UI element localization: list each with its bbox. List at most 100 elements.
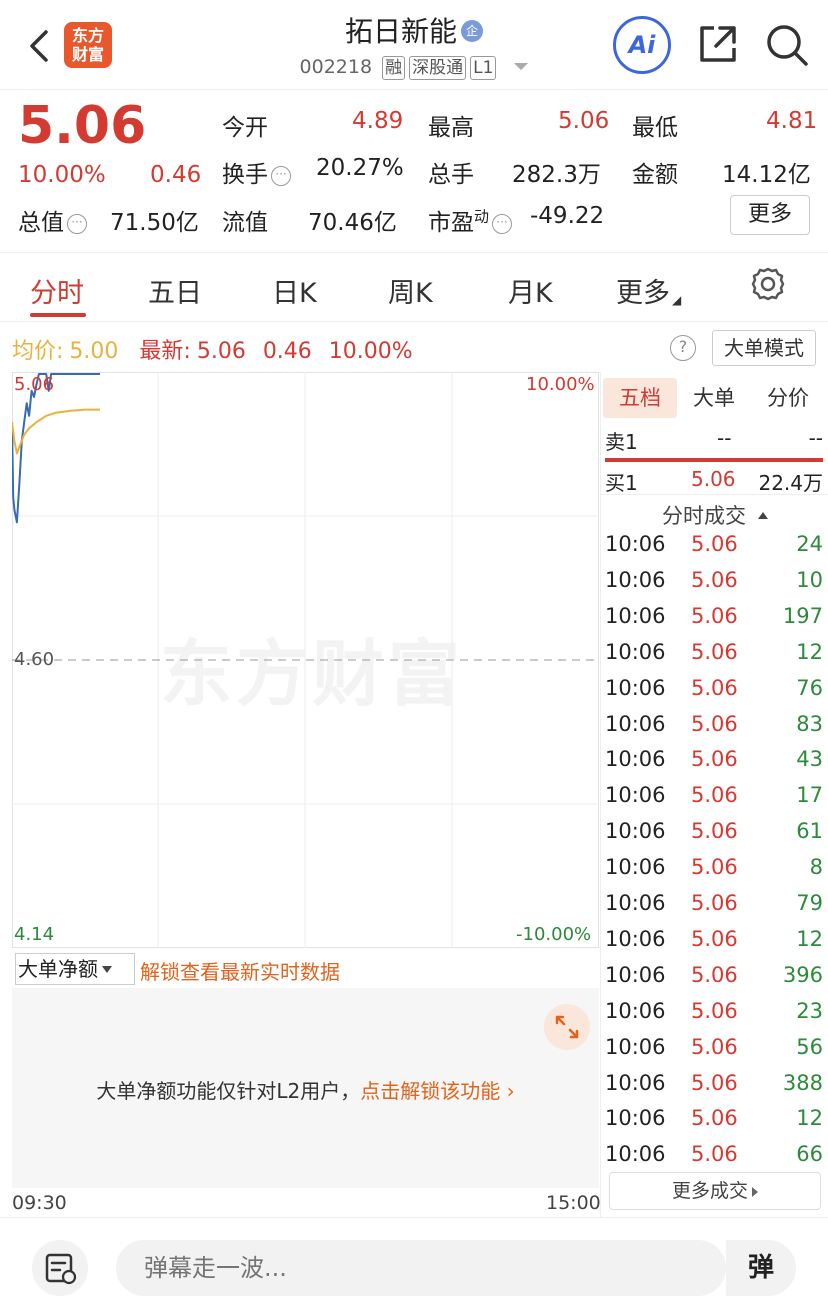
buy-1-price: 5.06: [691, 467, 736, 491]
more-trades-label: 更多成交: [671, 1180, 748, 1202]
tab-daily-k[interactable]: 日K: [272, 271, 317, 310]
amount-value: 14.12亿: [722, 162, 811, 188]
net-amount-selector[interactable]: 大单净额: [15, 953, 135, 985]
danmaku-toggle-button[interactable]: 弹: [726, 1240, 796, 1296]
trade-price: 5.06: [691, 783, 738, 808]
unlock-realtime-link[interactable]: 解锁查看最新实时数据: [140, 956, 340, 985]
tag-level: L1: [470, 56, 497, 80]
trade-volume: 43: [796, 747, 823, 772]
high-value: 5.06: [558, 108, 610, 134]
amount-label: 金额: [632, 162, 678, 188]
notes-settings-icon[interactable]: [32, 1240, 88, 1296]
trade-volume: 396: [782, 962, 823, 987]
volume-value: 282.3万: [512, 162, 601, 188]
trade-price: 5.06: [691, 1070, 738, 1095]
tab-price-volume[interactable]: 分价: [751, 378, 825, 418]
chevron-down-icon[interactable]: [514, 63, 529, 70]
help-icon[interactable]: ?: [670, 335, 696, 361]
bottom-bar: 弹: [0, 1217, 828, 1309]
tab-five-day[interactable]: 五日: [148, 271, 202, 310]
chevron-right-icon: [752, 1187, 758, 1197]
trade-row: 10:06 5.06 8: [601, 855, 828, 891]
more-trades-button[interactable]: 更多成交: [609, 1172, 821, 1210]
float-value: 70.46亿: [308, 210, 397, 236]
change-percent: 10.00%: [18, 162, 106, 188]
tab-more[interactable]: 更多 ◢: [616, 271, 681, 310]
y-label-bottom: 4.14: [14, 924, 55, 945]
y-label-mid: 4.60: [14, 649, 55, 670]
trade-volume: 10: [796, 567, 823, 592]
trade-row: 10:06 5.06 12: [601, 640, 828, 676]
more-dots-icon[interactable]: ···: [492, 214, 513, 234]
tab-five-levels[interactable]: 五档: [603, 378, 677, 418]
trade-volume: 12: [796, 639, 823, 664]
trade-time: 10:06: [605, 603, 666, 628]
trade-row: 10:06 5.06 56: [601, 1035, 828, 1071]
tab-intraday[interactable]: 分时: [30, 271, 84, 310]
trade-price: 5.06: [691, 711, 738, 736]
danmaku-input[interactable]: [116, 1240, 726, 1296]
trade-volume: 56: [796, 1034, 823, 1059]
time-end-label: 15:00: [546, 1192, 601, 1214]
trade-price: 5.06: [691, 1142, 738, 1167]
trade-price: 5.06: [691, 998, 738, 1023]
expand-icon[interactable]: [544, 1004, 590, 1050]
mktcap-label[interactable]: 总值 ···: [18, 203, 87, 237]
more-quote-button[interactable]: 更多: [730, 195, 810, 235]
trade-price: 5.06: [691, 926, 738, 951]
tab-monthly-k[interactable]: 月K: [508, 271, 553, 310]
trade-volume: 17: [796, 783, 823, 808]
trade-row: 10:06 5.06 61: [601, 819, 828, 855]
trade-price: 5.06: [691, 1034, 738, 1059]
tab-big-orders[interactable]: 大单: [679, 378, 749, 418]
gear-icon[interactable]: [750, 266, 786, 302]
trade-time: 10:06: [605, 1142, 666, 1167]
trade-row: 10:06 5.06 76: [601, 676, 828, 712]
trade-price: 5.06: [691, 855, 738, 880]
pe-value: -49.22: [530, 203, 605, 229]
trade-time: 10:06: [605, 675, 666, 700]
trade-volume: 61: [796, 819, 823, 844]
float-label: 流值: [222, 210, 268, 236]
trade-row: 10:06 5.06 388: [601, 1071, 828, 1107]
pe-label[interactable]: 市盈动 ···: [428, 203, 513, 237]
trade-row: 10:06 5.06 396: [601, 963, 828, 999]
tab-weekly-k[interactable]: 周K: [388, 271, 433, 310]
search-icon[interactable]: [764, 22, 810, 68]
series-layer: [12, 373, 100, 524]
pe-superscript: 动: [474, 207, 490, 226]
volume-label: 总手: [428, 162, 474, 188]
trade-price: 5.06: [691, 603, 738, 628]
locked-net-amount-panel: 大单净额功能仅针对L2用户，点击解锁该功能 ›: [12, 988, 599, 1188]
more-dots-icon[interactable]: ···: [271, 166, 291, 186]
sell-1-label: 卖1: [605, 430, 638, 454]
pct-label-top: 10.00%: [526, 374, 595, 395]
change-amount: 0.46: [150, 162, 202, 188]
trade-volume: 197: [782, 603, 823, 628]
unlock-feature-link-text: 点击解锁该功能: [360, 1079, 501, 1103]
more-dots-icon[interactable]: ···: [67, 214, 87, 234]
open-label: 今开: [222, 115, 268, 141]
turnover-label-text: 换手: [222, 162, 268, 188]
ai-assistant-button[interactable]: Ai: [613, 16, 671, 74]
share-icon[interactable]: [696, 22, 740, 66]
sell-1-price: --: [717, 426, 732, 450]
intraday-chart[interactable]: [12, 372, 599, 948]
tag-margin: 融: [382, 56, 406, 80]
high-label: 最高: [428, 115, 474, 141]
trade-price: 5.06: [691, 639, 738, 664]
trade-time: 10:06: [605, 1070, 666, 1095]
trade-volume: 388: [782, 1070, 823, 1095]
trade-volume: 79: [796, 891, 823, 915]
chevron-down-icon: [102, 966, 112, 973]
trade-time: 10:06: [605, 1106, 666, 1131]
trades-header[interactable]: 分时成交: [601, 500, 828, 530]
current-price: 5.06: [18, 96, 147, 156]
unlock-feature-link[interactable]: 点击解锁该功能 ›: [360, 1079, 514, 1103]
y-label-top: 5.06: [14, 374, 55, 395]
avg-price-value: 5.00: [69, 339, 119, 364]
big-order-mode-button[interactable]: 大单模式: [712, 330, 816, 366]
trade-volume: 83: [796, 711, 823, 736]
trade-row: 10:06 5.06 10: [601, 568, 828, 604]
turnover-label[interactable]: 换手 ···: [222, 155, 291, 189]
